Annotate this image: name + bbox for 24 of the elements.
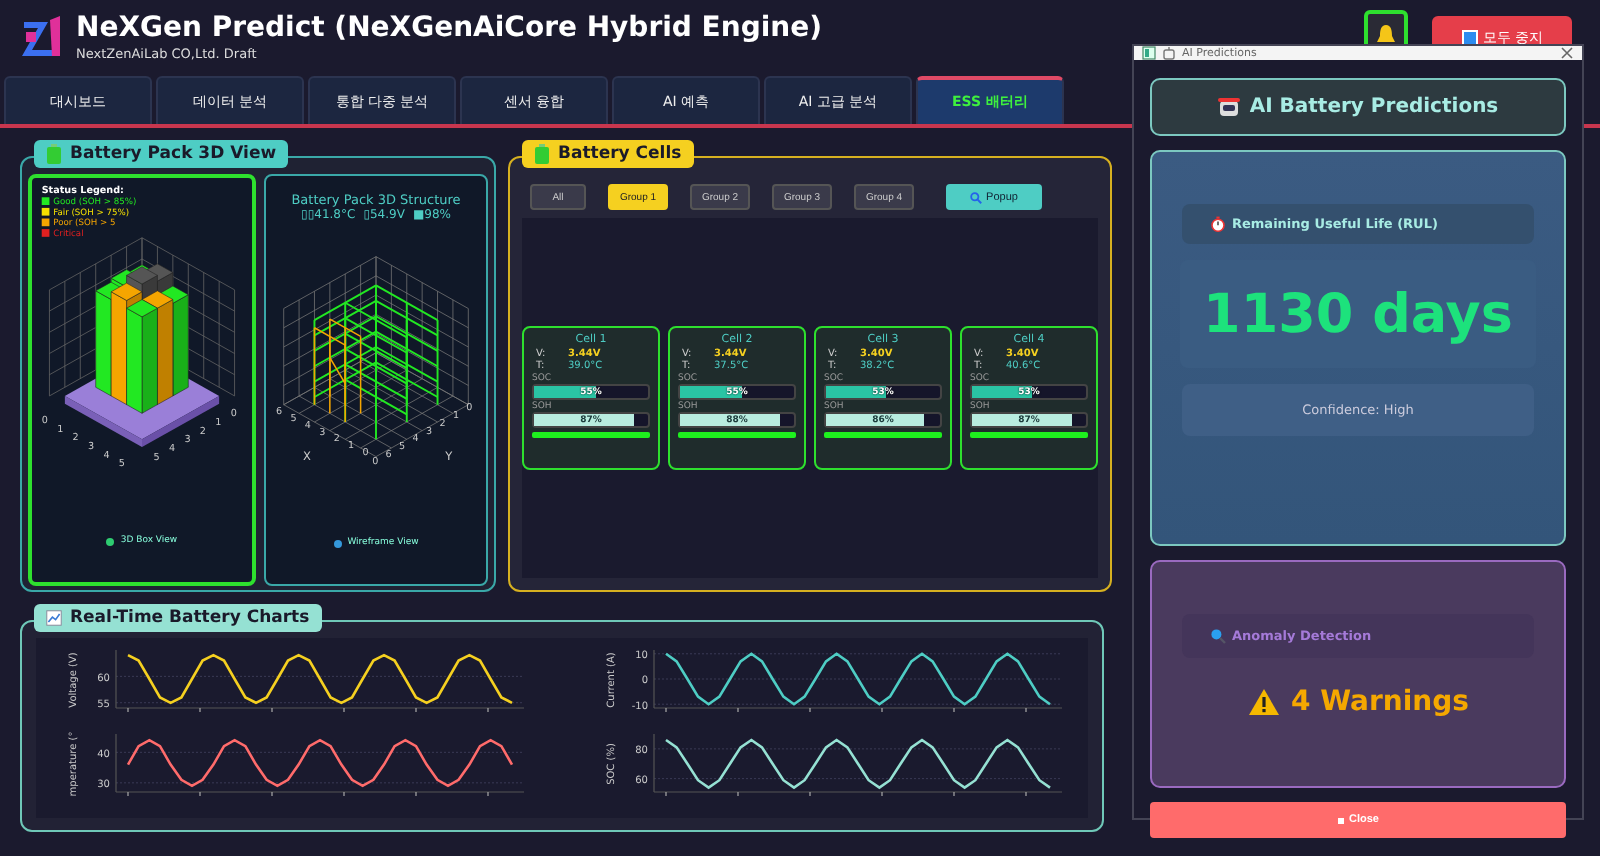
anomaly-value: 4 Warnings xyxy=(1291,686,1469,718)
battery-icon xyxy=(46,144,62,164)
panel-title: Real-Time Battery Charts xyxy=(34,604,322,632)
status-bar xyxy=(824,431,942,437)
panel-title: Battery Pack 3D View xyxy=(34,140,289,168)
panel-title: Battery Cells xyxy=(522,140,694,168)
status-bar xyxy=(678,431,796,437)
chart-icon xyxy=(46,608,62,628)
robot-icon xyxy=(1217,96,1240,118)
status-bar xyxy=(970,431,1088,437)
stopwatch-icon xyxy=(1210,216,1226,232)
close-icon[interactable] xyxy=(1560,46,1574,60)
logo-icon xyxy=(20,14,64,58)
status-bar xyxy=(532,431,650,437)
search-icon xyxy=(1210,628,1226,644)
battery-icon xyxy=(534,144,550,164)
bell-icon xyxy=(1376,24,1396,48)
app-title: NeXGen Predict (NeXGenAiCore Hybrid Engine) xyxy=(76,11,823,45)
warning-icon xyxy=(1247,688,1279,716)
predictions-title: AI Battery Predictions xyxy=(1249,96,1499,118)
robot-icon xyxy=(1162,46,1176,60)
search-icon xyxy=(970,191,983,203)
window-icon xyxy=(1142,46,1156,60)
rul-value: 1130 days xyxy=(1203,283,1513,345)
